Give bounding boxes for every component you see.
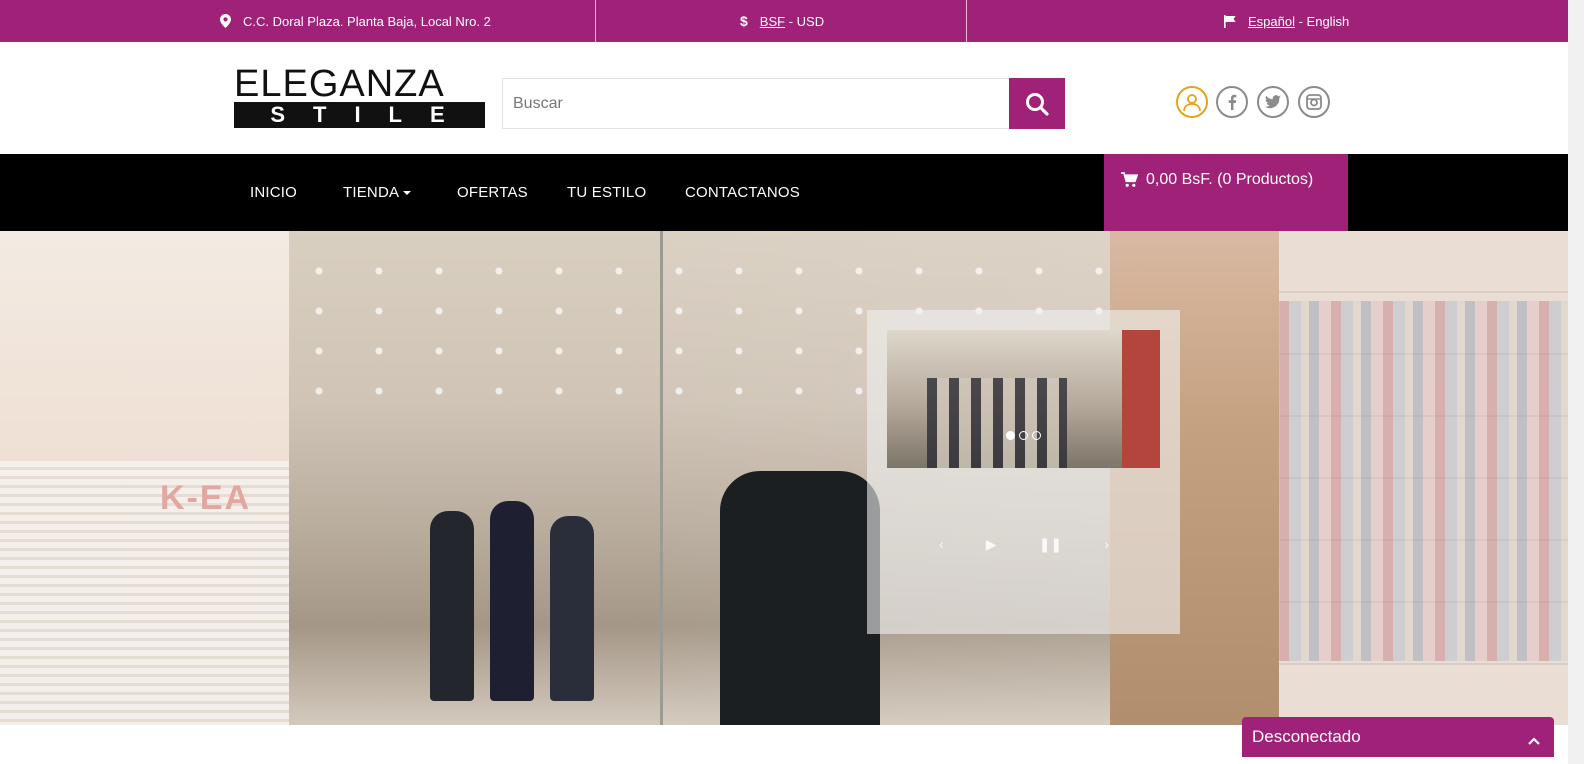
slideshow-controls: ‹ ▶ ❚❚ › (939, 536, 1109, 553)
logo-wordmark: ELEGANZA (234, 63, 445, 105)
topbar-divider (595, 0, 596, 42)
cart-icon (1121, 172, 1139, 193)
store-address: C.C. Doral Plaza. Planta Baja, Local Nro… (220, 0, 491, 42)
site-logo[interactable]: ELEGANZA STILE (234, 63, 485, 128)
nav-item-tu-estilo[interactable]: TU ESTILO (567, 154, 646, 231)
prev-slide-button[interactable]: ‹ (939, 536, 944, 553)
language-espanol-link[interactable]: Español (1248, 14, 1295, 29)
mannequin (490, 501, 534, 701)
twitter-link[interactable] (1257, 86, 1289, 118)
play-button[interactable]: ▶ (986, 536, 997, 553)
nav-item-contactanos[interactable]: CONTACTANOS (685, 154, 800, 231)
mannequins-graphic (420, 471, 620, 701)
currency-bsf-link[interactable]: BSF (760, 14, 785, 29)
store-sign-graphic: K-EA (160, 479, 252, 517)
caret-down-icon (403, 190, 412, 195)
user-icon (1183, 94, 1201, 112)
clothes-rack-graphic (1279, 301, 1568, 661)
hero-right-image (1279, 231, 1568, 725)
instagram-link[interactable] (1298, 86, 1330, 118)
hero-banner: K-EA (0, 231, 1568, 725)
currency-separator: - (785, 13, 797, 29)
nav-item-inicio[interactable]: INICIO (250, 154, 297, 231)
language-switcher: Español - English (1224, 0, 1349, 42)
logo-subword: STILE (234, 102, 485, 128)
next-slide-button[interactable]: › (1104, 536, 1109, 553)
instagram-icon (1306, 94, 1322, 110)
topbar-divider (966, 0, 967, 42)
slideshow-people-graphic (927, 378, 1067, 468)
search-icon (1026, 92, 1049, 116)
cart-summary: 0,00 BsF. (0 Productos) (1146, 171, 1314, 188)
page-scrollbar[interactable] (1568, 0, 1584, 764)
twitter-icon (1265, 95, 1281, 109)
pause-button[interactable]: ❚❚ (1039, 536, 1062, 553)
mannequin (550, 516, 594, 701)
chat-status-bar[interactable]: Desconectado (1242, 717, 1554, 757)
currency-switcher: $ BSF - USD (740, 0, 824, 42)
language-english-link[interactable]: English (1307, 14, 1350, 29)
account-button[interactable] (1176, 86, 1208, 118)
map-pin-icon (220, 14, 231, 28)
address-text: C.C. Doral Plaza. Planta Baja, Local Nro… (243, 13, 491, 29)
slide-dot-3[interactable] (1032, 431, 1041, 440)
slide-dot-2[interactable] (1019, 431, 1028, 440)
facebook-link[interactable] (1216, 86, 1248, 118)
currency-usd-link[interactable]: USD (797, 14, 824, 29)
chevron-up-icon (1528, 730, 1540, 750)
search-button[interactable] (1009, 78, 1065, 129)
cart-button[interactable]: 0,00 BsF. (0 Productos) (1104, 154, 1348, 231)
nav-item-ofertas[interactable]: OFERTAS (457, 154, 528, 231)
language-separator: - (1294, 13, 1307, 29)
chat-status-label: Desconectado (1252, 727, 1361, 746)
slideshow-image[interactable] (887, 330, 1160, 468)
top-info-bar: C.C. Doral Plaza. Planta Baja, Local Nro… (0, 0, 1568, 42)
dollar-icon: $ (740, 13, 748, 29)
search-input[interactable] (502, 78, 1009, 129)
flag-icon (1224, 14, 1236, 28)
slideshow-widget: ‹ ▶ ❚❚ › (867, 310, 1180, 634)
nav-item-tienda-label: TIENDA (343, 184, 400, 201)
slide-indicators (1006, 431, 1041, 440)
mannequin (430, 511, 474, 701)
slide-dot-1[interactable] (1006, 431, 1015, 440)
facebook-icon (1228, 94, 1237, 110)
mannequin-jacket-graphic (720, 471, 880, 725)
nav-item-tienda[interactable]: TIENDA (343, 154, 412, 231)
slideshow-edge-graphic (1122, 330, 1160, 468)
